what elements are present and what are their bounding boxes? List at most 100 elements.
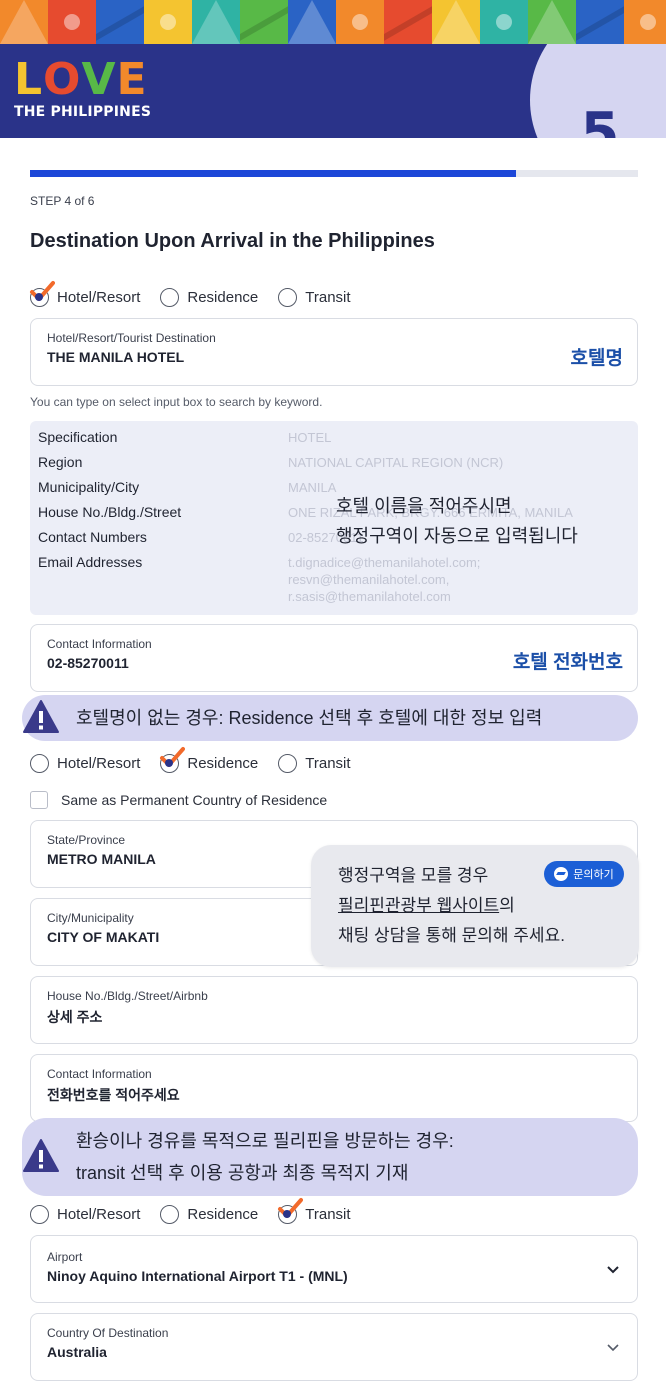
logo-tagline: THE PHILIPPINES bbox=[14, 104, 152, 120]
chevron-down-icon[interactable] bbox=[607, 1342, 619, 1354]
autofill-note-line: 행정구역이 자동으로 입력됩니다 bbox=[336, 526, 578, 546]
love-the-philippines-logo: LOVE THE PHILIPPINES bbox=[14, 58, 154, 124]
hotel-contact-field[interactable]: Contact Information 02-85270011 호텔 전화번호 bbox=[30, 624, 638, 692]
search-helper-text: You can type on select input box to sear… bbox=[30, 395, 323, 409]
field-value: 02-85270011 bbox=[47, 655, 129, 671]
radio-residence[interactable]: Residence bbox=[160, 1205, 258, 1224]
tourism-website-link[interactable]: 필리핀관광부 웹사이트 bbox=[338, 896, 499, 915]
radio-selected-icon[interactable] bbox=[278, 1198, 304, 1224]
radio-label: Hotel/Resort bbox=[57, 289, 141, 306]
detail-value: r.sasis@themanilahotel.com bbox=[288, 589, 451, 604]
page-title: Destination Upon Arrival in the Philippi… bbox=[30, 230, 435, 252]
pattern-tile bbox=[144, 0, 192, 44]
detail-value: HOTEL bbox=[288, 430, 332, 445]
radio-transit[interactable]: Transit bbox=[278, 1198, 351, 1224]
pattern-tile bbox=[624, 0, 666, 44]
field-label: Country Of Destination bbox=[47, 1326, 169, 1340]
checkbox-label: Same as Permanent Country of Residence bbox=[61, 792, 328, 808]
pattern-tile bbox=[288, 0, 336, 44]
orange-check-icon bbox=[30, 281, 55, 301]
radio-label: Transit bbox=[305, 289, 351, 306]
pattern-tile bbox=[384, 0, 432, 44]
pattern-tile bbox=[432, 0, 480, 44]
warning-text: 환승이나 경유를 목적으로 필리핀을 방문하는 경우: transit 선택 후… bbox=[76, 1125, 454, 1189]
warning-icon bbox=[23, 1139, 59, 1172]
field-label: Contact Information bbox=[47, 637, 152, 651]
radio-unselected-icon[interactable] bbox=[30, 754, 49, 773]
radio-unselected-icon[interactable] bbox=[278, 754, 298, 773]
radio-unselected-icon[interactable] bbox=[160, 1205, 180, 1224]
field-label: Airport bbox=[47, 1250, 83, 1264]
radio-hotel-resort[interactable]: Hotel/Resort bbox=[30, 1205, 140, 1224]
callout-line: 채팅 상담을 통해 문의해 주세요. bbox=[338, 926, 565, 945]
detail-value: resvn@themanilahotel.com, bbox=[288, 572, 450, 587]
same-as-residence-checkbox-row[interactable]: Same as Permanent Country of Residence bbox=[30, 791, 327, 809]
chat-help-callout: 행정구역을 모를 경우 필리핀관광부 웹사이트의 채팅 상담을 통해 문의해 주… bbox=[311, 845, 639, 967]
detail-value: NATIONAL CAPITAL REGION (NCR) bbox=[288, 455, 504, 470]
autofill-note: 호텔 이름을 적어주시면 행정구역이 자동으로 입력됩니다 bbox=[336, 491, 578, 551]
pattern-tile bbox=[528, 0, 576, 44]
radio-hotel-resort[interactable]: Hotel/Resort bbox=[30, 281, 141, 307]
radio-unselected-icon[interactable] bbox=[278, 288, 298, 307]
callout-line: 필리핀관광부 웹사이트의 bbox=[338, 891, 565, 921]
pattern-tile bbox=[0, 0, 48, 44]
callout-line: 행정구역을 모를 경우 bbox=[338, 866, 489, 885]
field-label: City/Municipality bbox=[47, 911, 134, 925]
country-of-destination-select[interactable]: Country Of Destination Australia bbox=[30, 1313, 638, 1381]
field-label: State/Province bbox=[47, 833, 126, 847]
residence-warning-banner: 호텔명이 없는 경우: Residence 선택 후 호텔에 대한 정보 입력 bbox=[22, 695, 638, 741]
radio-label: Hotel/Resort bbox=[57, 1206, 141, 1223]
detail-label: Contact Numbers bbox=[38, 529, 147, 545]
callout-text: 행정구역을 모를 경우 필리핀관광부 웹사이트의 채팅 상담을 통해 문의해 주… bbox=[338, 861, 565, 951]
radio-hotel-resort[interactable]: Hotel/Resort bbox=[30, 754, 140, 773]
field-label: Hotel/Resort/Tourist Destination bbox=[47, 331, 216, 345]
airport-select[interactable]: Airport Ninoy Aquino International Airpo… bbox=[30, 1235, 638, 1303]
radio-selected-icon[interactable] bbox=[30, 281, 55, 307]
field-value: THE MANILA HOTEL bbox=[47, 349, 185, 365]
warning-line: 환승이나 경유를 목적으로 필리핀을 방문하는 경우: bbox=[76, 1131, 454, 1151]
same-as-residence-checkbox[interactable] bbox=[30, 791, 48, 809]
radio-label: Transit bbox=[305, 1206, 351, 1223]
pattern-tile bbox=[480, 0, 528, 44]
chevron-down-icon[interactable] bbox=[607, 1264, 619, 1276]
radio-label: Transit bbox=[305, 755, 351, 772]
field-value: CITY OF MAKATI bbox=[47, 929, 160, 945]
hotel-name-field[interactable]: Hotel/Resort/Tourist Destination THE MAN… bbox=[30, 318, 638, 386]
orange-check-icon bbox=[278, 1198, 304, 1218]
detail-value: MANILA bbox=[288, 480, 337, 495]
house-address-field[interactable]: House No./Bldg./Street/Airbnb 상세 주소 bbox=[30, 976, 638, 1044]
warning-text: 호텔명이 없는 경우: Residence 선택 후 호텔에 대한 정보 입력 bbox=[76, 708, 543, 728]
pattern-tile bbox=[192, 0, 240, 44]
radio-unselected-icon[interactable] bbox=[160, 288, 180, 307]
radio-residence[interactable]: Residence bbox=[160, 747, 259, 773]
destination-type-radio-group: Hotel/Resort Residence Transit bbox=[30, 747, 371, 773]
chat-inquiry-button[interactable]: 문의하기 bbox=[544, 861, 624, 887]
radio-unselected-icon[interactable] bbox=[30, 1205, 49, 1224]
field-value: Ninoy Aquino International Airport T1 - … bbox=[47, 1268, 348, 1284]
pattern-tile bbox=[48, 0, 96, 44]
field-value: Australia bbox=[47, 1344, 107, 1360]
detail-value: t.dignadice@themanilahotel.com; bbox=[288, 555, 481, 570]
radio-label: Residence bbox=[187, 1206, 259, 1223]
hotel-phone-annotation: 호텔 전화번호 bbox=[512, 652, 623, 673]
orange-check-icon bbox=[160, 747, 186, 767]
callout-line-rest: 의 bbox=[499, 896, 515, 915]
autofill-note-line: 호텔 이름을 적어주시면 bbox=[336, 496, 512, 516]
progress-fill bbox=[30, 170, 517, 177]
radio-transit[interactable]: Transit bbox=[278, 288, 351, 307]
pattern-tile bbox=[576, 0, 624, 44]
pattern-tile bbox=[240, 0, 288, 44]
messenger-icon bbox=[554, 867, 569, 881]
detail-label: Specification bbox=[38, 429, 118, 445]
warning-icon bbox=[23, 700, 59, 733]
detail-label: House No./Bldg./Street bbox=[38, 504, 182, 520]
field-value: 전화번호를 적어주세요 bbox=[47, 1087, 180, 1103]
radio-selected-icon[interactable] bbox=[160, 747, 186, 773]
warning-line: transit 선택 후 이용 공항과 최종 목적지 기재 bbox=[76, 1163, 409, 1183]
radio-label: Residence bbox=[187, 755, 259, 772]
radio-transit[interactable]: Transit bbox=[278, 754, 351, 773]
residence-contact-field[interactable]: Contact Information 전화번호를 적어주세요 bbox=[30, 1054, 638, 1122]
header-banner: LOVE THE PHILIPPINES 5 bbox=[0, 44, 666, 138]
destination-type-radio-group: Hotel/Resort Residence Transit bbox=[30, 1198, 371, 1224]
radio-residence[interactable]: Residence bbox=[160, 288, 258, 307]
